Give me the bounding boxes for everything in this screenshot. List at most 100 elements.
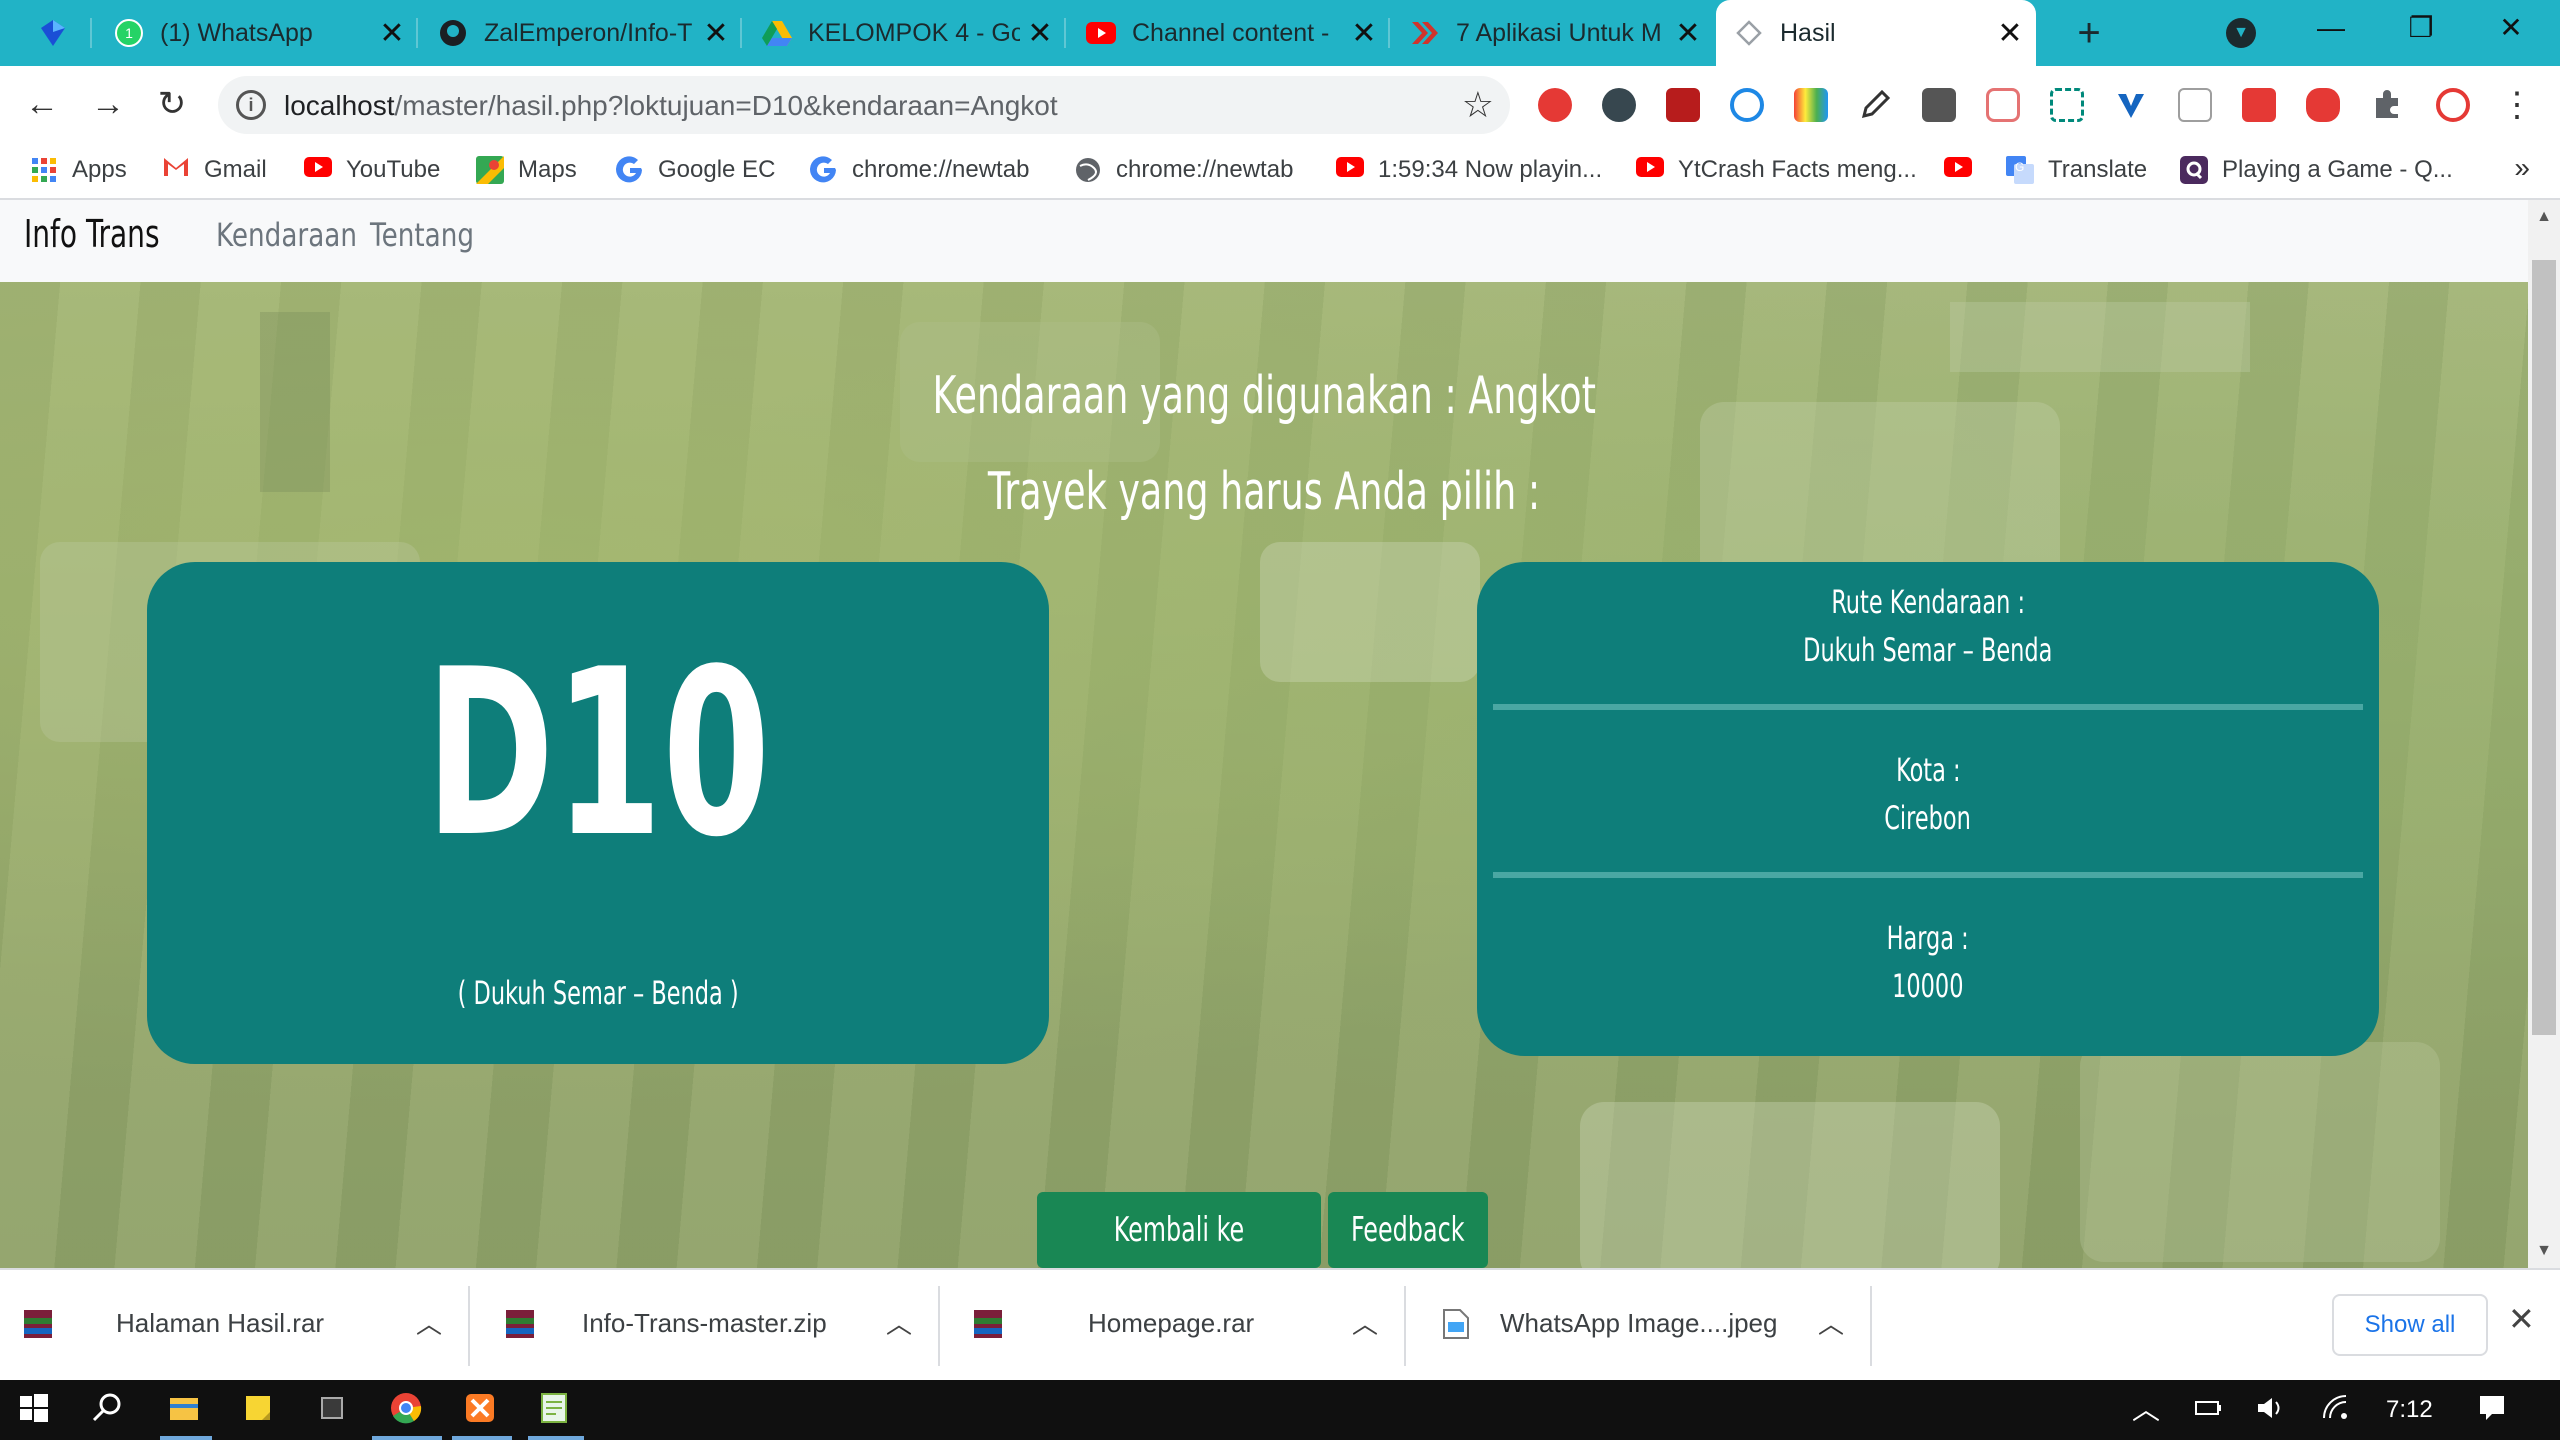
- download-item[interactable]: WhatsApp Image....jpeg ︿: [1406, 1270, 1872, 1380]
- new-tab-button[interactable]: +: [2066, 10, 2112, 56]
- youtube-icon: [1944, 156, 1972, 184]
- download-item[interactable]: Homepage.rar ︿: [940, 1270, 1406, 1380]
- close-tab-icon[interactable]: ✕: [696, 16, 736, 51]
- vehicle-heading: Kendaraan yang digunakan : Angkot: [932, 366, 1596, 426]
- extension-icon[interactable]: [1986, 88, 2020, 122]
- extension-icon[interactable]: [1922, 88, 1956, 122]
- scroll-thumb[interactable]: [2532, 260, 2556, 1035]
- close-tab-icon[interactable]: ✕: [372, 16, 412, 51]
- sticky-notes-icon[interactable]: [238, 1388, 282, 1432]
- extension-icon[interactable]: [2114, 88, 2148, 122]
- svg-text:G: G: [2015, 160, 2024, 174]
- bookmark-label: chrome://newtab: [852, 156, 1030, 183]
- downloads-bar: Halaman Hasil.rar ︿ Info-Trans-master.zi…: [0, 1268, 2560, 1380]
- extension-icon[interactable]: [1730, 88, 1764, 122]
- minimize-icon[interactable]: —: [2286, 0, 2376, 56]
- youtube-icon: [1336, 156, 1364, 184]
- address-bar[interactable]: i localhost/master/hasil.php?loktujuan=D…: [218, 76, 1510, 134]
- tab-pinned[interactable]: [0, 0, 92, 66]
- chrome-icon[interactable]: [386, 1388, 430, 1432]
- extension-icon[interactable]: [2050, 88, 2084, 122]
- bookmark-label: YouTube: [346, 156, 441, 183]
- battery-icon[interactable]: [2188, 1388, 2232, 1432]
- forward-icon[interactable]: →: [88, 84, 128, 124]
- bookmark-ytcrash[interactable]: YtCrash Facts meng...: [1636, 152, 1917, 188]
- tab-title: Channel content -: [1132, 18, 1330, 47]
- extension-icon[interactable]: [1602, 88, 1636, 122]
- nav-link-kendaraan[interactable]: Kendaraan: [216, 216, 357, 254]
- bookmark-newtab-2[interactable]: chrome://newtab: [1074, 152, 1293, 188]
- notepad-plus-icon[interactable]: [534, 1388, 578, 1432]
- show-hidden-icons-chevron[interactable]: ︿: [2124, 1388, 2168, 1432]
- back-to-home-button[interactable]: Kembali ke Beranda: [1037, 1192, 1321, 1268]
- bookmark-youtube-2[interactable]: [1944, 152, 1986, 188]
- chevron-up-icon[interactable]: ︿: [1818, 1304, 1844, 1341]
- show-all-downloads-button[interactable]: Show all: [2332, 1294, 2488, 1356]
- search-icon[interactable]: [88, 1388, 132, 1432]
- close-tab-icon[interactable]: ✕: [1668, 16, 1708, 51]
- info-icon[interactable]: i: [236, 90, 266, 120]
- bookmark-gmail[interactable]: Gmail: [162, 152, 267, 188]
- tab-drive[interactable]: KELOMPOK 4 - Go ✕: [744, 0, 1066, 66]
- bookmark-maps[interactable]: Maps: [476, 152, 577, 188]
- profile-icon[interactable]: [2436, 88, 2470, 122]
- restore-icon[interactable]: ❐: [2376, 0, 2466, 56]
- tab-strip: 1 (1) WhatsApp ✕ ZalEmperon/Info-T ✕ KEL…: [0, 0, 2560, 66]
- more-bookmarks-icon[interactable]: »: [2514, 152, 2530, 184]
- download-item[interactable]: Halaman Hasil.rar ︿: [0, 1270, 470, 1380]
- tab-hasil[interactable]: Hasil ✕: [1716, 0, 2036, 66]
- url-text[interactable]: localhost/master/hasil.php?loktujuan=D10…: [284, 90, 1058, 122]
- volume-icon[interactable]: [2250, 1388, 2294, 1432]
- taskbar-clock[interactable]: 7:12: [2386, 1396, 2433, 1424]
- nav-link-tentang[interactable]: Tentang: [370, 216, 474, 254]
- winrar-icon: [22, 1308, 54, 1340]
- bookmark-star-icon[interactable]: ☆: [1462, 84, 1494, 126]
- close-downloads-icon[interactable]: ✕: [2508, 1300, 2535, 1338]
- tab-whatsapp[interactable]: 1 (1) WhatsApp ✕: [96, 0, 418, 66]
- scroll-down-icon[interactable]: ▼: [2528, 1242, 2560, 1260]
- bookmark-apps[interactable]: Apps: [30, 152, 127, 188]
- bookmark-youtube[interactable]: YouTube: [304, 152, 440, 188]
- file-explorer-icon[interactable]: [164, 1388, 208, 1432]
- tab-article[interactable]: 7 Aplikasi Untuk M ✕: [1392, 0, 1714, 66]
- puzzle-icon[interactable]: [2370, 88, 2404, 122]
- terminal-icon[interactable]: [312, 1388, 356, 1432]
- reload-icon[interactable]: ↻: [152, 84, 192, 124]
- extension-icon[interactable]: [2242, 88, 2276, 122]
- tab-github[interactable]: ZalEmperon/Info-T ✕: [420, 0, 742, 66]
- google-drive-icon: [762, 18, 792, 48]
- tab-youtube-studio[interactable]: Channel content - ✕: [1068, 0, 1390, 66]
- xampp-icon[interactable]: [460, 1388, 504, 1432]
- pencil-icon[interactable]: [1858, 88, 1892, 122]
- bookmark-quora[interactable]: Playing a Game - Q...: [2180, 152, 2453, 188]
- wifi-icon[interactable]: [2316, 1388, 2360, 1432]
- page-scrollbar[interactable]: ▲ ▼: [2528, 200, 2560, 1268]
- notifications-icon[interactable]: [2472, 1388, 2516, 1432]
- extension-icon[interactable]: [1666, 88, 1700, 122]
- extension-icon[interactable]: [2178, 88, 2212, 122]
- bookmark-newtab[interactable]: chrome://newtab: [810, 152, 1029, 188]
- close-window-icon[interactable]: ✕: [2466, 0, 2556, 56]
- tab-title: 7 Aplikasi Untuk M: [1456, 18, 1662, 47]
- download-item[interactable]: Info-Trans-master.zip ︿: [470, 1270, 940, 1380]
- site-brand[interactable]: Info Trans: [24, 212, 160, 256]
- back-icon[interactable]: ←: [22, 84, 62, 124]
- tab-search-icon[interactable]: ▼: [2226, 18, 2256, 48]
- close-tab-icon[interactable]: ✕: [1990, 16, 2030, 51]
- page-icon: [1734, 18, 1764, 48]
- scroll-up-icon[interactable]: ▲: [2528, 208, 2560, 226]
- chevron-up-icon[interactable]: ︿: [416, 1304, 442, 1341]
- menu-icon[interactable]: ⋮: [2500, 88, 2534, 122]
- windows-start-icon[interactable]: [14, 1388, 58, 1432]
- chevron-up-icon[interactable]: ︿: [886, 1304, 912, 1341]
- bookmark-now-playing[interactable]: 1:59:34 Now playin...: [1336, 152, 1602, 188]
- close-tab-icon[interactable]: ✕: [1020, 16, 1060, 51]
- feedback-button[interactable]: Feedback: [1328, 1192, 1488, 1268]
- chevron-up-icon[interactable]: ︿: [1352, 1304, 1378, 1341]
- bookmark-translate[interactable]: G Translate: [2006, 152, 2147, 188]
- close-tab-icon[interactable]: ✕: [1344, 16, 1384, 51]
- bookmark-google-ec[interactable]: Google EC: [616, 152, 775, 188]
- extension-icon[interactable]: [1794, 88, 1828, 122]
- extension-icon[interactable]: [1538, 88, 1572, 122]
- extension-icon[interactable]: [2306, 88, 2340, 122]
